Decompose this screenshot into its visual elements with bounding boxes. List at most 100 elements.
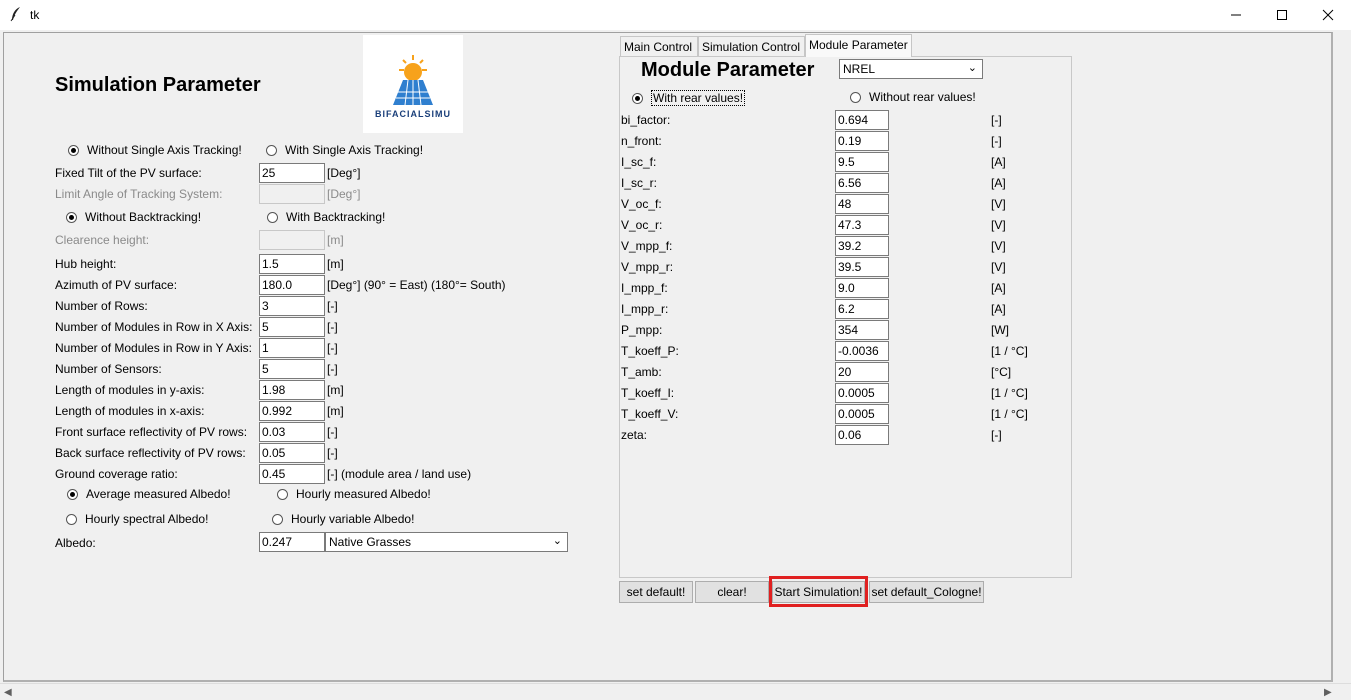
module-param-label: T_amb: — [621, 365, 662, 379]
parameter-unit: [-] (module area / land use) — [327, 467, 472, 481]
module-param-input[interactable]: 6.56 — [835, 173, 889, 193]
module-param-input[interactable]: 0.19 — [835, 131, 889, 151]
module-param-input[interactable]: 47.3 — [835, 215, 889, 235]
radio-dot — [266, 144, 277, 156]
maximize-button[interactable] — [1259, 0, 1305, 30]
module-param-input[interactable]: 20 — [835, 362, 889, 382]
limit-angle-label: Limit Angle of Tracking System: — [55, 187, 223, 201]
parameter-unit: [m] — [327, 383, 344, 397]
albedo-surface-select[interactable]: Native Grasses ⌄ — [325, 532, 568, 552]
radio-dot — [850, 91, 861, 103]
parameter-input[interactable]: 0.45 — [259, 464, 325, 484]
parameter-label: Back surface reflectivity of PV rows: — [55, 446, 246, 460]
module-param-input[interactable]: 48 — [835, 194, 889, 214]
module-param-unit: [-] — [991, 428, 1002, 442]
simulation-parameter-heading: Simulation Parameter — [55, 74, 261, 96]
average-albedo-radio[interactable]: Average measured Albedo! — [67, 487, 231, 501]
radio-dot — [267, 211, 278, 223]
parameter-input[interactable]: 3 — [259, 296, 325, 316]
module-preset-select[interactable]: NREL ⌄ — [839, 59, 983, 79]
with-rear-values-radio[interactable]: With rear values! — [632, 90, 746, 106]
module-param-unit: [V] — [991, 239, 1006, 253]
parameter-label: Number of Modules in Row in X Axis: — [55, 320, 253, 334]
parameter-input[interactable]: 5 — [259, 359, 325, 379]
tab-module-parameter[interactable]: Module Parameter — [805, 34, 912, 57]
parameter-input[interactable]: 1 — [259, 338, 325, 358]
with-backtracking-radio[interactable]: With Backtracking! — [267, 210, 385, 224]
clearance-height-input[interactable] — [259, 230, 325, 250]
parameter-label: Front surface reflectivity of PV rows: — [55, 425, 248, 439]
fixed-tilt-input[interactable]: 25 — [259, 163, 325, 183]
clear-button[interactable]: clear! — [695, 581, 769, 603]
module-param-input[interactable]: 9.0 — [835, 278, 889, 298]
module-param-label: n_front: — [621, 134, 662, 148]
module-param-label: V_mpp_f: — [621, 239, 673, 253]
parameter-input[interactable]: 180.0 — [259, 275, 325, 295]
module-param-input[interactable]: 39.2 — [835, 236, 889, 256]
fixed-tilt-unit: [Deg°] — [327, 166, 361, 180]
module-param-unit: [1 / °C] — [991, 407, 1028, 421]
title-bar — [0, 0, 1351, 30]
module-preset-value: NREL — [843, 62, 876, 76]
module-param-input[interactable]: 0.06 — [835, 425, 889, 445]
with-tracking-radio[interactable]: With Single Axis Tracking! — [266, 143, 423, 157]
without-rear-values-radio[interactable]: Without rear values! — [850, 90, 976, 104]
module-param-input[interactable]: 6.2 — [835, 299, 889, 319]
without-backtracking-radio[interactable]: Without Backtracking! — [66, 210, 201, 224]
module-param-unit: [1 / °C] — [991, 386, 1028, 400]
module-param-label: V_oc_f: — [621, 197, 662, 211]
parameter-input[interactable]: 5 — [259, 317, 325, 337]
module-param-unit: [A] — [991, 281, 1006, 295]
module-param-label: bi_factor: — [621, 113, 671, 127]
parameter-input[interactable]: 0.05 — [259, 443, 325, 463]
module-param-unit: [-] — [991, 134, 1002, 148]
parameter-input[interactable]: 0.03 — [259, 422, 325, 442]
module-parameter-heading: Module Parameter — [641, 59, 815, 81]
module-param-input[interactable]: 0.694 — [835, 110, 889, 130]
module-param-label: T_koeff_V: — [621, 407, 679, 421]
module-param-label: V_oc_r: — [621, 218, 663, 232]
set-default-button[interactable]: set default! — [619, 581, 693, 603]
radio-dot-selected — [68, 144, 79, 156]
close-button[interactable] — [1305, 0, 1351, 30]
hourly-albedo-radio[interactable]: Hourly measured Albedo! — [277, 487, 431, 501]
minimize-button[interactable] — [1213, 0, 1259, 30]
tab-main-control[interactable]: Main Control — [620, 36, 698, 56]
parameter-input[interactable]: 0.992 — [259, 401, 325, 421]
radio-dot-selected — [66, 211, 77, 223]
tab-simulation-control[interactable]: Simulation Control — [698, 36, 805, 56]
set-default-cologne-button[interactable]: set default_Cologne! — [869, 581, 984, 603]
without-tracking-radio[interactable]: Without Single Axis Tracking! — [68, 143, 242, 157]
horizontal-scrollbar[interactable] — [0, 683, 1351, 700]
scroll-left-icon[interactable]: ◀ — [4, 687, 12, 698]
albedo-surface-value: Native Grasses — [329, 535, 412, 549]
chevron-down-icon: ⌄ — [967, 62, 977, 74]
variable-albedo-radio[interactable]: Hourly variable Albedo! — [272, 512, 414, 526]
module-param-label: V_mpp_r: — [621, 260, 674, 274]
module-param-label: I_sc_f: — [621, 155, 657, 169]
scroll-right-icon[interactable]: ▶ — [1324, 687, 1332, 698]
module-param-unit: [V] — [991, 197, 1006, 211]
module-param-input[interactable]: 0.0005 — [835, 404, 889, 424]
parameter-input[interactable]: 1.5 — [259, 254, 325, 274]
spectral-albedo-radio[interactable]: Hourly spectral Albedo! — [66, 512, 208, 526]
without-backtracking-label: Without Backtracking! — [85, 210, 202, 224]
module-param-label: P_mpp: — [621, 323, 663, 337]
parameter-input[interactable]: 1.98 — [259, 380, 325, 400]
module-param-input[interactable]: 9.5 — [835, 152, 889, 172]
parameter-unit: [-] — [327, 425, 338, 439]
module-param-input[interactable]: 39.5 — [835, 257, 889, 277]
radio-dot — [277, 488, 288, 500]
module-param-input[interactable]: 0.0005 — [835, 383, 889, 403]
parameter-label: Number of Modules in Row in Y Axis: — [55, 341, 252, 355]
parameter-unit: [-] — [327, 299, 338, 313]
limit-angle-input[interactable] — [259, 184, 325, 204]
module-param-input[interactable]: -0.0036 — [835, 341, 889, 361]
albedo-input[interactable]: 0.247 — [259, 532, 325, 552]
module-param-input[interactable]: 354 — [835, 320, 889, 340]
radio-dot — [272, 513, 283, 525]
parameter-unit: [m] — [327, 257, 344, 271]
module-param-unit: [W] — [991, 323, 1009, 337]
module-param-label: T_koeff_P: — [621, 344, 679, 358]
with-rear-values-label: With rear values! — [651, 90, 746, 106]
